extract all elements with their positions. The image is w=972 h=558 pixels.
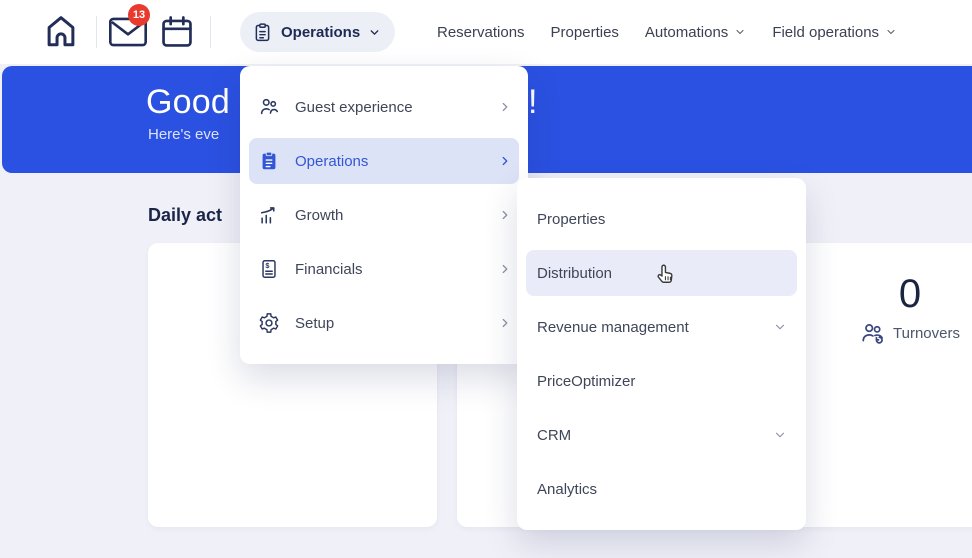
submenu-item-properties[interactable]: Properties [517,192,806,246]
operations-submenu: Properties Distribution Revenue manageme… [517,178,806,530]
app-switcher-label: Operations [281,24,360,41]
nav-label: Properties [551,24,619,41]
menu-item-label: Growth [295,207,498,224]
divider [210,16,211,48]
menu-item-financials[interactable]: $ Financials [240,242,528,296]
nav-label: Field operations [772,24,879,41]
chevron-down-icon [368,26,381,39]
turnovers-stat: 0 Turnovers [845,272,972,346]
calendar-icon[interactable] [158,13,196,51]
chevron-down-icon [885,26,897,38]
operations-dropdown-menu: Guest experience Operations [240,66,528,364]
chevron-down-icon [773,320,787,334]
clipboard-icon [258,150,280,172]
svg-text:$: $ [265,261,269,270]
menu-item-guest-experience[interactable]: Guest experience [240,80,528,134]
unread-count-badge: 13 [128,4,150,26]
menu-item-setup[interactable]: Setup [240,296,528,350]
greeting-text-end: ! [528,83,537,122]
nav-automations[interactable]: Automations [645,24,746,41]
submenu-item-revenue-management[interactable]: Revenue management [517,300,806,354]
nav-label: Reservations [437,24,525,41]
main-nav: Reservations Properties Automations Fiel… [437,0,897,64]
chevron-right-icon [498,316,512,330]
home-icon[interactable] [42,11,80,51]
app-switcher-button[interactable]: Operations [240,12,395,52]
clipboard-icon [252,22,273,43]
banner-subtitle: Here's eve [148,126,219,143]
menu-item-label: Setup [295,315,498,332]
menu-item-label: Guest experience [295,99,498,116]
nav-reservations[interactable]: Reservations [437,24,525,41]
submenu-item-label: PriceOptimizer [537,373,787,390]
submenu-item-label: CRM [537,427,773,444]
chevron-down-icon [734,26,746,38]
submenu-item-analytics[interactable]: Analytics [517,462,806,516]
guests-icon [258,96,280,118]
greeting-text: Good [146,83,230,122]
nav-properties[interactable]: Properties [551,24,619,41]
submenu-item-crm[interactable]: CRM [517,408,806,462]
gear-icon [258,312,280,334]
menu-item-growth[interactable]: Growth [240,188,528,242]
submenu-item-label: Revenue management [537,319,773,336]
submenu-item-label: Analytics [537,481,787,498]
invoice-icon: $ [258,258,280,280]
top-bar: 13 Operations Reservations [0,0,972,64]
turnovers-icon [860,320,886,346]
submenu-item-priceoptimizer[interactable]: PriceOptimizer [517,354,806,408]
chevron-right-icon [498,100,512,114]
submenu-item-label: Properties [537,211,787,228]
section-title: Daily act [148,205,222,226]
divider [96,16,97,48]
stat-value: 0 [845,272,972,316]
menu-item-label: Operations [295,153,498,170]
submenu-item-distribution[interactable]: Distribution [517,246,806,300]
app-window: Good ! Here's eve Daily act 0 Turnovers [0,0,972,558]
nav-field-operations[interactable]: Field operations [772,24,897,41]
chevron-right-icon [498,262,512,276]
chevron-right-icon [498,154,512,168]
menu-item-operations[interactable]: Operations [240,134,528,188]
nav-label: Automations [645,24,728,41]
growth-chart-icon [258,204,280,226]
stat-label: Turnovers [893,325,960,342]
submenu-item-label: Distribution [537,265,787,282]
chevron-down-icon [773,428,787,442]
chevron-right-icon [498,208,512,222]
menu-item-label: Financials [295,261,498,278]
